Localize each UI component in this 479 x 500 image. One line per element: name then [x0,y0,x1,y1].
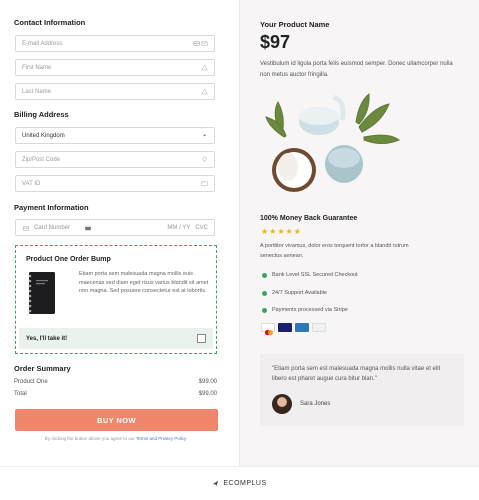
product-name: Your Product Name [260,20,330,29]
guarantee-title: 100% Money Back Guarantee [260,215,358,222]
summary-total-row: Total $99.00 [14,391,217,397]
check-icon [262,290,267,296]
card-input[interactable]: Card Number MM / YY CVC [15,219,215,236]
star-icon: ★ [293,227,301,236]
email-field[interactable]: E-mail Address [15,35,215,52]
last-name-field[interactable]: Last Name [15,83,215,100]
star-icon: ★ [269,227,277,236]
product-price: $97 [260,32,291,52]
payment-brands [261,323,326,336]
paypal-icon [312,323,326,332]
testimonial-card: "Etiam porta sem est malesuada magna mol… [260,354,464,426]
feature-item: Bank Level SSL Secured Checkout [262,272,358,278]
summary-total-label: Total [14,391,27,397]
order-bump: Product One Order Bump Etiam porta sem m… [15,245,217,354]
user-icon [200,88,208,96]
vat-field[interactable]: VAT ID [15,175,215,192]
order-bump-accept-label: Yes, I'll take it! [26,335,68,342]
folder-icon [200,180,208,188]
zip-field[interactable]: Zip/Post Code [15,151,215,168]
avatar [272,394,292,414]
summary-row-amount: $99.00 [198,379,217,385]
guarantee-text: A porttitor vivamus, dolor eros torquent… [260,243,409,259]
summary-total-amount: $99.00 [198,391,217,397]
mastercard-icon [261,323,275,336]
cvc-placeholder: CVC [195,224,208,231]
card-number-placeholder: Card Number [34,224,71,231]
feature-label: 24/7 Support Available [272,290,327,296]
mail-icon [200,40,208,48]
credit-card-icon [22,219,30,237]
testimonial-author: Sara Jones [300,401,331,407]
feature-item: 24/7 Support Available [262,290,327,296]
amex-icon [295,323,309,332]
order-summary-title: Order Summary [14,364,71,373]
visa-icon [278,323,292,332]
location-pin-icon [200,156,208,164]
ecomplus-logo-icon [213,480,219,487]
order-bump-checkbox[interactable] [197,334,206,343]
email-placeholder: E-mail Address [22,40,63,47]
order-bump-title: Product One Order Bump [26,256,111,263]
summary-row: Product One $99.00 [14,379,217,385]
first-name-field[interactable]: First Name [15,59,215,76]
user-icon [200,64,208,72]
expiry-placeholder: MM / YY [167,224,191,231]
chevron-down-icon [200,132,208,140]
terms-prefix: By clicking the button above you agree t… [44,436,136,441]
product-description: Vestibulum id ligula porta felis euismod… [260,61,453,78]
check-icon [262,272,267,278]
feature-label: Bank Level SSL Secured Checkout [272,272,358,278]
feature-label: Payments processed via Stripe [272,307,348,313]
terms-link[interactable]: Terms and Privacy Policy [136,436,186,441]
rating-stars: ★ ★ ★ ★ ★ [261,228,301,236]
checkout-form-panel: Contact Information E-mail Address First… [0,0,239,466]
star-icon: ★ [261,227,269,236]
card-brand-icon [84,219,92,237]
payment-section-title: Payment Information [14,203,89,212]
first-name-placeholder: First Name [22,64,52,71]
notebook-image [28,272,55,314]
star-icon: ★ [285,227,293,236]
star-icon: ★ [277,227,285,236]
product-image [265,93,400,192]
terms-notice: By clicking the button above you agree t… [14,436,217,441]
country-select[interactable]: United Kingdom [15,127,215,144]
summary-row-label: Product One [14,379,48,385]
feature-item: Payments processed via Stripe [262,307,348,313]
testimonial-quote: "Etiam porta sem est malesuada magna mol… [272,366,441,382]
footer-brand: ECOMPLUS [223,480,267,487]
footer: ECOMPLUS [0,466,479,500]
zip-placeholder: Zip/Post Code [22,156,61,163]
order-bump-accept-row[interactable]: Yes, I'll take it! [19,328,213,349]
buy-now-button[interactable]: BUY NOW [15,409,218,431]
order-bump-description: Etiam porta sem malesuada magna mollis e… [79,271,209,294]
check-icon [262,307,267,313]
vat-placeholder: VAT ID [22,180,41,187]
billing-section-title: Billing Address [14,110,69,119]
country-value: United Kingdom [22,132,65,139]
last-name-placeholder: Last Name [22,88,52,95]
card-icon [192,40,200,48]
contact-section-title: Contact Information [14,18,86,27]
